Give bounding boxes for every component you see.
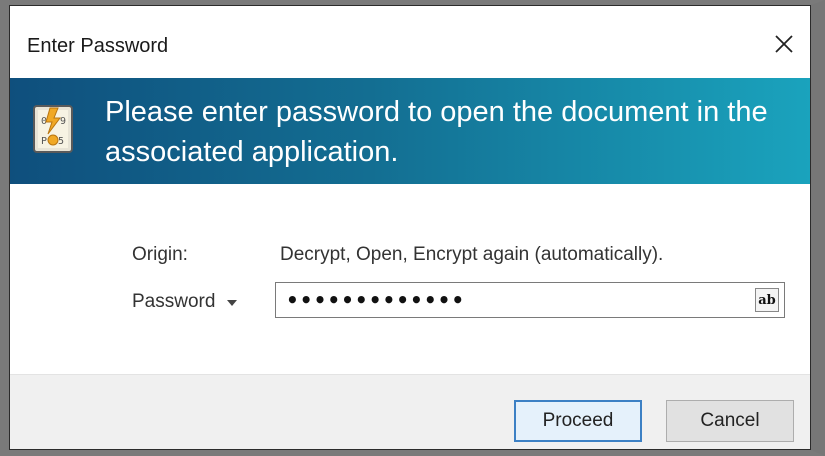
title-bar: Enter Password bbox=[10, 6, 810, 78]
svg-text:9: 9 bbox=[60, 116, 66, 127]
show-text-toggle-button[interactable]: ab bbox=[755, 288, 779, 312]
info-banner: 0 9 P 5 Please enter password to open th… bbox=[10, 78, 810, 184]
window-title: Enter Password bbox=[27, 35, 169, 57]
form-area: Origin: Decrypt, Open, Encrypt again (au… bbox=[10, 184, 810, 374]
password-dialog: Enter Password 0 9 P 5 Please enter pass… bbox=[9, 5, 811, 450]
button-bar: Proceed Cancel bbox=[10, 374, 810, 449]
password-label: Password bbox=[132, 291, 216, 312]
close-button[interactable] bbox=[764, 24, 804, 64]
password-document-icon: 0 9 P 5 bbox=[33, 105, 73, 153]
password-field[interactable]: ••••••••••••• ab bbox=[275, 282, 785, 318]
password-type-dropdown[interactable]: Password bbox=[132, 291, 238, 313]
svg-text:5: 5 bbox=[58, 136, 64, 147]
password-masked-value: ••••••••••••• bbox=[286, 288, 466, 312]
close-icon bbox=[775, 35, 793, 53]
proceed-button[interactable]: Proceed bbox=[514, 400, 642, 442]
banner-message: Please enter password to open the docume… bbox=[105, 96, 768, 168]
origin-value: Decrypt, Open, Encrypt again (automatica… bbox=[280, 244, 664, 265]
svg-text:P: P bbox=[41, 136, 47, 147]
origin-label: Origin: bbox=[132, 244, 188, 265]
cancel-button[interactable]: Cancel bbox=[666, 400, 794, 442]
chevron-down-icon bbox=[227, 300, 238, 306]
